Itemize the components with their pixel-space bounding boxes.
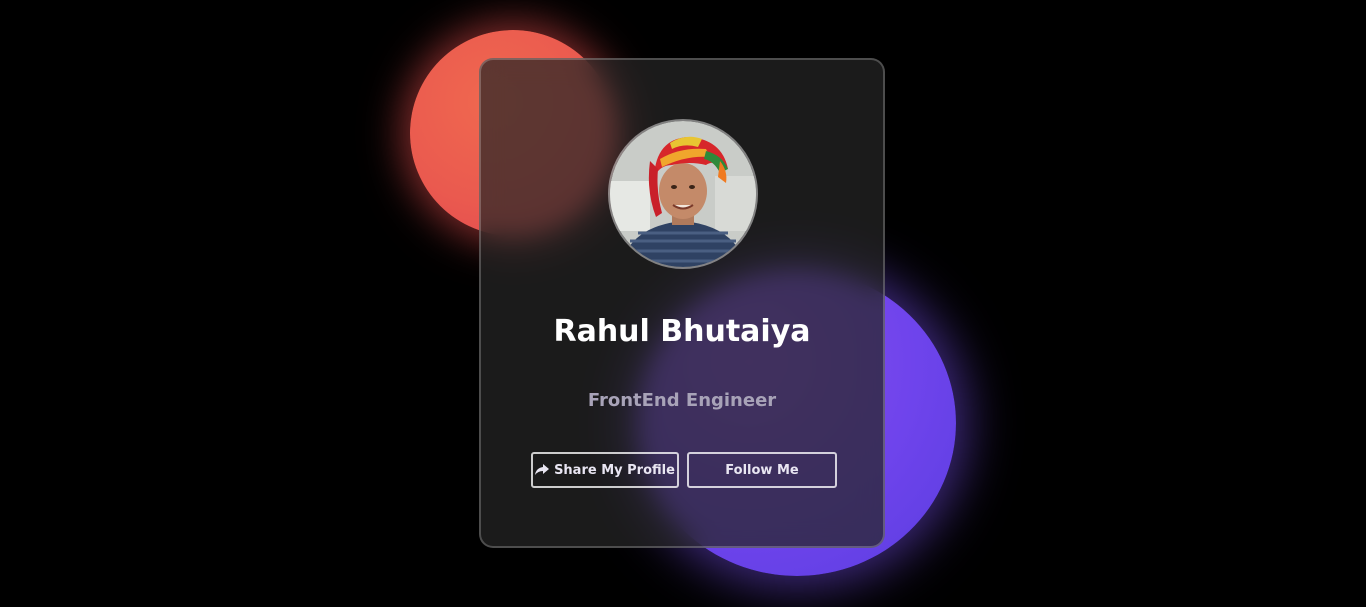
profile-name: Rahul Bhutaiya [553,314,811,349]
follow-me-label: Follow Me [725,462,799,478]
profile-avatar [608,119,758,269]
share-icon [535,464,550,476]
page-background: Rahul Bhutaiya FrontEnd Engineer Share M… [0,0,1366,607]
share-profile-label: Share My Profile [554,462,675,478]
profile-role: FrontEnd Engineer [587,390,777,411]
follow-me-button[interactable]: Follow Me [687,452,837,488]
avatar-photo [610,121,756,267]
profile-card: Rahul Bhutaiya FrontEnd Engineer Share M… [479,58,885,548]
share-profile-button[interactable]: Share My Profile [531,452,679,488]
